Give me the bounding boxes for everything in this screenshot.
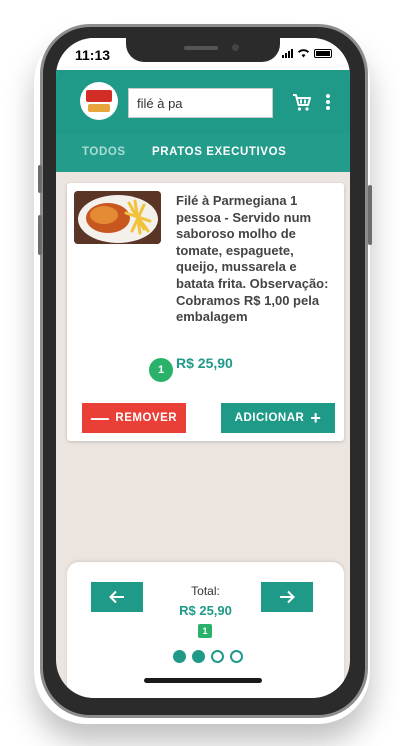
quantity-badge: 1 — [149, 358, 173, 382]
home-indicator[interactable] — [144, 678, 262, 683]
side-button — [38, 215, 42, 255]
tab-pratos-executivos[interactable]: PRATOS EXECUTIVOS — [152, 146, 286, 158]
remove-button-label: REMOVER — [115, 412, 178, 424]
status-bar: 11:13 — [56, 38, 350, 70]
side-button — [368, 185, 372, 245]
product-image — [74, 191, 161, 244]
product-card: Filé à Parmegiana 1 pessoa - Servido num… — [67, 183, 344, 441]
tab-todos[interactable]: TODOS — [82, 146, 126, 158]
restaurant-logo[interactable] — [80, 82, 118, 120]
product-price: R$ 25,90 — [176, 355, 233, 371]
signal-icon — [282, 48, 293, 58]
cart-icon[interactable] — [292, 92, 312, 112]
arrow-right-icon — [280, 590, 295, 604]
page-indicator — [173, 650, 243, 663]
search-input[interactable] — [128, 88, 273, 118]
category-tabs: TODOS PRATOS EXECUTIVOS — [56, 134, 350, 172]
add-button-label: ADICIONAR — [234, 412, 305, 424]
next-button[interactable] — [261, 582, 313, 612]
page-dot[interactable] — [211, 650, 224, 663]
battery-icon — [314, 48, 332, 58]
status-icons — [282, 48, 332, 58]
remove-button[interactable]: — REMOVER — [82, 403, 186, 433]
status-time: 11:13 — [75, 47, 111, 63]
page-dot[interactable] — [192, 650, 205, 663]
minus-icon: — — [90, 408, 110, 428]
speaker — [184, 46, 218, 50]
app-header — [56, 70, 350, 134]
page-dot[interactable] — [173, 650, 186, 663]
page-dot[interactable] — [230, 650, 243, 663]
camera — [232, 44, 239, 51]
app-screen: 11:13 TODOS — [56, 38, 350, 698]
more-vertical-icon[interactable] — [324, 92, 332, 112]
add-button[interactable]: ADICIONAR + — [221, 403, 335, 433]
side-button — [38, 165, 42, 193]
product-description: Filé à Parmegiana 1 pessoa - Servido num… — [176, 193, 329, 325]
plus-icon: + — [310, 408, 322, 428]
total-count-badge: 1 — [198, 624, 212, 638]
wifi-icon — [298, 49, 309, 58]
notch — [126, 38, 280, 62]
